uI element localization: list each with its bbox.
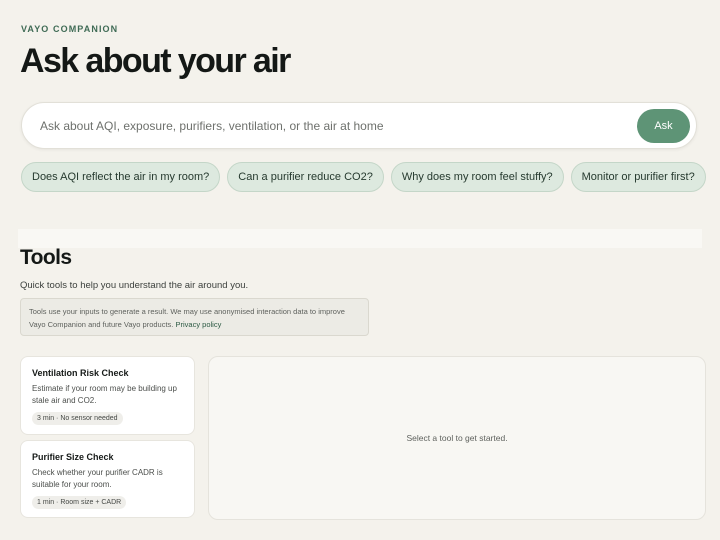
suggestion-chip[interactable]: Does AQI reflect the air in my room?: [21, 162, 221, 192]
tool-card-description: Estimate if your room may be building up…: [32, 384, 177, 405]
tool-card-description: Check whether your purifier CADR is suit…: [32, 468, 163, 489]
search-bar: Ask: [21, 102, 697, 149]
tool-card-meta: 1 min · Room size + CADR: [32, 496, 127, 509]
suggestion-chip[interactable]: Why does my room feel stuffy?: [390, 162, 564, 192]
tool-card-ventilation-risk[interactable]: Ventilation Risk Check Estimate if your …: [20, 356, 195, 435]
tool-card-meta: 3 min · No sensor needed: [32, 412, 123, 425]
data-notice: Tools use your inputs to generate a resu…: [20, 298, 369, 336]
suggestion-chips: Does AQI reflect the air in my room? Can…: [21, 162, 706, 192]
suggestion-chip[interactable]: Can a purifier reduce CO2?: [227, 162, 384, 192]
page-title: Ask about your air: [20, 42, 291, 80]
tool-card-purifier-size[interactable]: Purifier Size Check Check whether your p…: [20, 440, 195, 518]
tool-card-title: Purifier Size Check: [32, 452, 114, 462]
app-eyebrow: VAYO COMPANION: [21, 24, 119, 34]
search-input[interactable]: [40, 103, 630, 148]
tool-result-panel: Select a tool to get started.: [208, 356, 706, 520]
tool-card-title: Ventilation Risk Check: [32, 368, 129, 378]
page: VAYO COMPANION Ask about your air Ask Do…: [0, 0, 720, 540]
suggestion-chip[interactable]: Monitor or purifier first?: [570, 162, 706, 192]
tools-subtitle: Quick tools to help you understand the a…: [20, 280, 249, 291]
empty-state-text: Select a tool to get started.: [406, 433, 508, 443]
ask-button[interactable]: Ask: [637, 109, 690, 143]
privacy-policy-link[interactable]: Privacy policy: [176, 320, 222, 329]
section-divider: [18, 229, 702, 248]
tools-heading: Tools: [20, 246, 72, 269]
